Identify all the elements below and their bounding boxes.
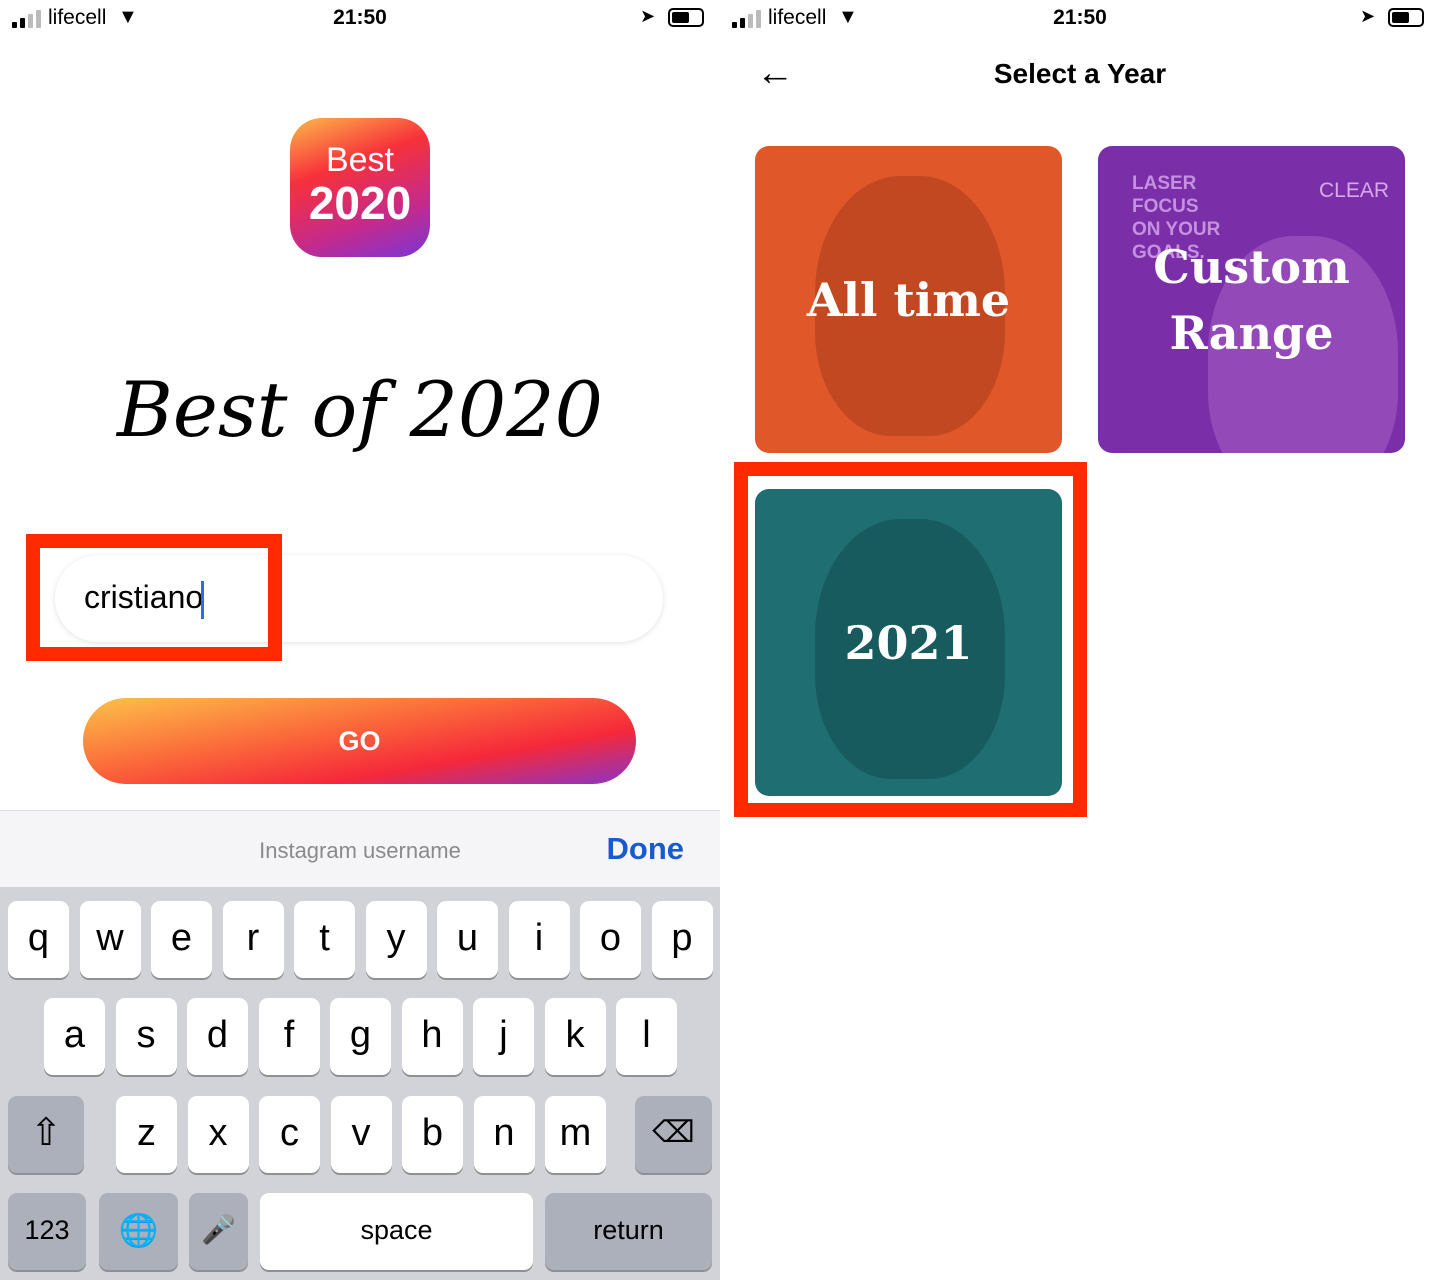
page-title: Best of 2020 — [117, 365, 603, 454]
key-d[interactable]: d — [187, 998, 248, 1075]
clock: 21:50 — [1053, 6, 1107, 29]
space-key[interactable]: space — [260, 1193, 533, 1270]
key-h[interactable]: h — [401, 998, 463, 1075]
key-j[interactable]: j — [473, 998, 534, 1075]
key-m[interactable]: m — [545, 1096, 606, 1173]
key-a[interactable]: a — [44, 998, 105, 1075]
status-bar: lifecell ▼ 21:50 ➤ — [720, 0, 1440, 36]
card-label: All time — [806, 272, 1011, 327]
microphone-key[interactable]: 🎤 — [189, 1193, 248, 1270]
globe-key[interactable]: 🌐 — [99, 1193, 178, 1270]
highlight-box — [734, 462, 1087, 817]
location-icon: ➤ — [1360, 6, 1376, 26]
key-k[interactable]: k — [544, 998, 606, 1075]
key-s[interactable]: s — [115, 998, 177, 1075]
key-u[interactable]: u — [437, 901, 498, 978]
keyboard: ⇧ ⌫ 123 🌐 🎤 space return qwertyuiop asdfg… — [0, 887, 720, 1280]
shift-key[interactable]: ⇧ — [8, 1096, 84, 1173]
key-i[interactable]: i — [508, 901, 570, 978]
done-button[interactable]: Done — [607, 831, 685, 867]
brand-logo: CLEAR — [1318, 179, 1389, 202]
key-l[interactable]: l — [616, 998, 677, 1075]
key-q[interactable]: q — [8, 901, 69, 978]
key-f[interactable]: f — [258, 998, 320, 1075]
key-o[interactable]: o — [580, 901, 641, 978]
battery-icon — [668, 8, 704, 27]
numbers-key[interactable]: 123 — [8, 1193, 86, 1270]
card-label: Custom Range — [1153, 239, 1350, 360]
key-v[interactable]: v — [330, 1096, 392, 1173]
key-g[interactable]: g — [330, 998, 391, 1075]
key-p[interactable]: p — [651, 901, 713, 978]
app-logo: Best 2020 — [290, 118, 430, 257]
key-r[interactable]: r — [222, 901, 284, 978]
return-key[interactable]: return — [545, 1193, 712, 1270]
key-n[interactable]: n — [473, 1096, 535, 1173]
login-screen: lifecell ▼ 21:50 ➤ Best 2020 Best of 202… — [0, 0, 720, 1280]
status-bar: lifecell ▼ 21:50 ➤ — [0, 0, 720, 36]
key-c[interactable]: c — [259, 1096, 320, 1173]
delete-key[interactable]: ⌫ — [635, 1096, 712, 1173]
clock: 21:50 — [333, 6, 387, 29]
logo-line1: Best — [325, 141, 395, 179]
card-all-time[interactable]: All time — [755, 146, 1062, 453]
key-e[interactable]: e — [151, 901, 212, 978]
key-x[interactable]: x — [187, 1096, 249, 1173]
go-button[interactable]: GO — [83, 698, 636, 784]
key-z[interactable]: z — [116, 1096, 177, 1173]
location-icon: ➤ — [640, 6, 656, 26]
keyboard-toolbar: Instagram username Done — [0, 810, 720, 887]
screen-title: Select a Year — [993, 58, 1167, 89]
highlight-box — [26, 534, 282, 661]
select-year-screen: lifecell ▼ 21:50 ➤ ← Select a Year All t… — [720, 0, 1440, 1280]
key-b[interactable]: b — [402, 1096, 463, 1173]
battery-icon — [1388, 8, 1424, 27]
key-t[interactable]: t — [294, 901, 355, 978]
key-y[interactable]: y — [365, 901, 427, 978]
card-custom-range[interactable]: LASER FOCUS ON YOUR GOALS. CLEAR Custom Ran… — [1098, 146, 1405, 453]
key-w[interactable]: w — [79, 901, 141, 978]
logo-line2: 2020 — [308, 177, 412, 229]
